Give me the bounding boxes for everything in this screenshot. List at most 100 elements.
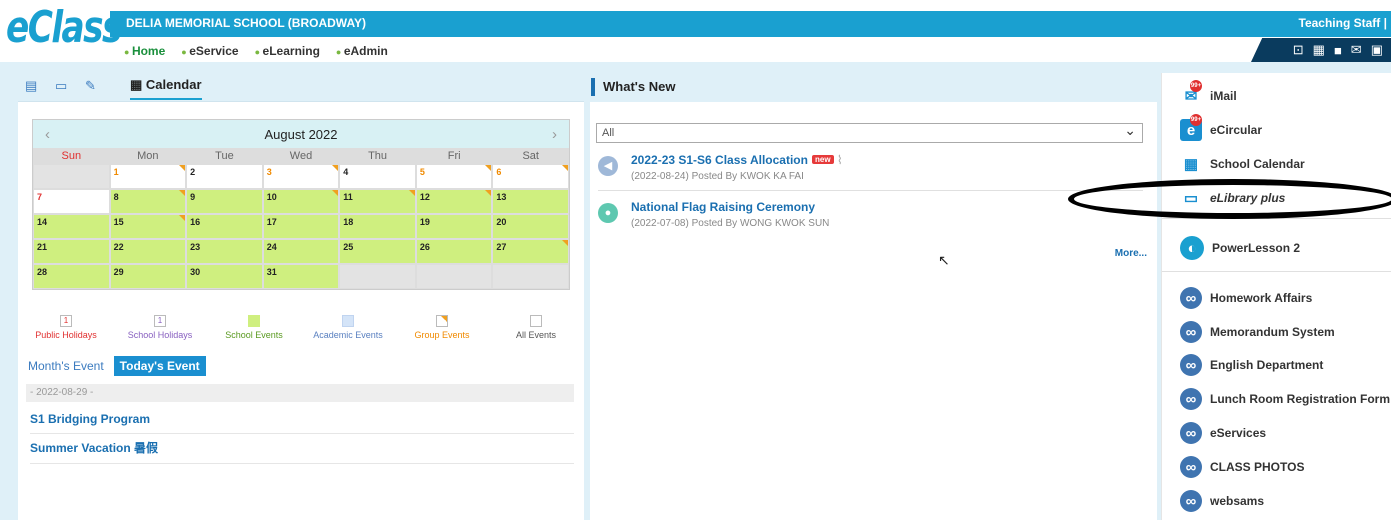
shortcut-powerlesson[interactable]: ◐ PowerLesson 2: [1180, 236, 1300, 260]
shortcut-link[interactable]: ∞ CLASS PHOTOS: [1180, 456, 1304, 478]
nav-elearning[interactable]: eLearning: [255, 44, 320, 58]
header: eClass DELIA MEMORIAL SCHOOL (BROADWAY) …: [0, 0, 1391, 62]
user-role[interactable]: Teaching Staff |: [1299, 16, 1387, 30]
calendar-day[interactable]: 14: [33, 214, 110, 239]
calendar-day[interactable]: 29: [109, 264, 187, 289]
nav-home[interactable]: Home: [124, 44, 165, 58]
calendar-day[interactable]: 12: [415, 189, 493, 214]
shortcut-link[interactable]: ∞ Lunch Room Registration Form: [1180, 388, 1390, 410]
main-nav: Home eService eLearning eAdmin: [124, 44, 388, 58]
calendar-day-empty: [492, 264, 569, 289]
shortcut-label: CLASS PHOTOS: [1210, 460, 1305, 474]
calendar-day[interactable]: 11: [339, 189, 416, 214]
book-icon[interactable]: ■: [1334, 43, 1342, 58]
shortcut-label: Memorandum System: [1210, 325, 1335, 339]
calendar-day[interactable]: 3: [262, 164, 340, 189]
tab-month-event[interactable]: Month's Event: [28, 359, 104, 373]
mail-icon[interactable]: ✉: [1351, 42, 1362, 58]
powerlesson-icon: ◐: [1180, 236, 1204, 260]
legend-academic-events[interactable]: Academic Events: [308, 315, 388, 340]
calendar-day[interactable]: 27: [492, 239, 569, 264]
legend-school-events[interactable]: School Events: [214, 315, 294, 340]
shortcut-link[interactable]: ∞ Homework Affairs: [1180, 287, 1312, 309]
shortcut-link[interactable]: ∞ Memorandum System: [1180, 321, 1335, 343]
shortcut-link[interactable]: ∞ eServices: [1180, 422, 1266, 444]
legend-label: Academic Events: [313, 330, 383, 340]
attachment-icon: ⌇: [836, 153, 843, 167]
export-icon[interactable]: ⊡: [1293, 42, 1304, 58]
calendar-icon[interactable]: ▦: [1313, 42, 1325, 58]
next-month-icon[interactable]: ›: [552, 126, 557, 143]
weekday-sat: Sat: [522, 150, 539, 162]
shortcut-school-calendar[interactable]: ▦ School Calendar: [1180, 153, 1305, 175]
calendar-day[interactable]: 19: [415, 214, 493, 239]
weekday-sun: Sun: [61, 150, 82, 162]
nav-eadmin[interactable]: eAdmin: [336, 44, 388, 58]
calendar-day-empty: [339, 264, 416, 289]
news-title-text: 2022-23 S1-S6 Class Allocation: [631, 153, 808, 167]
nav-eservice[interactable]: eService: [181, 44, 238, 58]
eclass-logo[interactable]: eClass: [6, 6, 122, 50]
calendar-day[interactable]: 31: [262, 264, 340, 289]
news-filter-select[interactable]: All: [596, 121, 1143, 143]
prev-month-icon[interactable]: ‹: [45, 126, 50, 143]
calendar-day[interactable]: 30: [186, 264, 263, 289]
calendar-day-empty: [33, 164, 110, 189]
shortcut-label: PowerLesson 2: [1212, 241, 1301, 255]
calendar-day[interactable]: 1: [109, 164, 187, 189]
calendar-day[interactable]: 22: [109, 239, 187, 264]
calendar-day[interactable]: 21: [33, 239, 110, 264]
shortcut-link[interactable]: ∞ websams: [1180, 490, 1264, 512]
shortcut-ecircular[interactable]: e 99+ eCircular: [1180, 114, 1262, 141]
calendar-day[interactable]: 28: [33, 264, 110, 289]
calendar-day[interactable]: 16: [186, 214, 263, 239]
event-item[interactable]: Summer Vacation 暑假: [30, 439, 574, 464]
legend-all-events[interactable]: All Events: [496, 315, 576, 340]
legend-box: 1: [60, 315, 72, 327]
legend-label: All Events: [515, 330, 557, 340]
tab-timetable-icon[interactable]: ▤: [25, 78, 37, 94]
link-icon: ∞: [1180, 456, 1202, 478]
event-item[interactable]: S1 Bridging Program: [30, 412, 574, 434]
calendar-day[interactable]: 5: [415, 164, 493, 189]
weekday-mon: Mon: [137, 150, 159, 162]
calendar-day[interactable]: 13: [492, 189, 569, 214]
whats-new-title: What's New: [590, 72, 1157, 102]
calendar-day[interactable]: 2: [186, 164, 263, 189]
calendar-day[interactable]: 15: [109, 214, 187, 239]
calendar-day[interactable]: 10: [262, 189, 340, 214]
legend-school-holidays[interactable]: 1 School Holidays: [120, 315, 200, 340]
calendar-day[interactable]: 7: [33, 189, 110, 214]
more-link[interactable]: More...: [1115, 248, 1147, 259]
shortcut-link[interactable]: ∞ English Department: [1180, 354, 1323, 376]
legend-label: School Holidays: [127, 330, 193, 340]
tab-calendar-label: Calendar: [145, 77, 202, 92]
tab-today-event[interactable]: Today's Event: [113, 356, 206, 376]
calendar-day[interactable]: 25: [339, 239, 416, 264]
calendar-day[interactable]: 4: [339, 164, 416, 189]
news-title[interactable]: National Flag Raising Ceremony: [631, 200, 815, 214]
legend-public-holidays[interactable]: 1 Public Holidays: [26, 315, 106, 340]
calendar-day[interactable]: 8: [109, 189, 187, 214]
event-date: - 2022-08-29 -: [26, 384, 574, 402]
shortcut-label: eServices: [1210, 426, 1267, 440]
calendar-month: August 2022: [264, 126, 338, 142]
calendar-day[interactable]: 20: [492, 214, 569, 239]
calendar-day[interactable]: 18: [339, 214, 416, 239]
calendar-day[interactable]: 17: [262, 214, 340, 239]
legend-label: Public Holidays: [35, 330, 97, 340]
calendar-day[interactable]: 23: [186, 239, 263, 264]
envelope-icon: ✉ 99+: [1180, 80, 1202, 107]
tab-screen-icon[interactable]: ▭: [55, 78, 67, 94]
calendar-day[interactable]: 26: [415, 239, 493, 264]
legend-group-events[interactable]: Group Events: [402, 315, 482, 340]
tab-calendar[interactable]: ▦ Calendar: [130, 77, 202, 100]
calendar-day[interactable]: 24: [262, 239, 340, 264]
news-meta: (2022-07-08) Posted By WONG KWOK SUN: [631, 218, 830, 229]
news-title[interactable]: 2022-23 S1-S6 Class Allocation new ⌇: [631, 153, 843, 167]
calendar-day[interactable]: 9: [186, 189, 263, 214]
shortcut-imail[interactable]: ✉ 99+ iMail: [1180, 80, 1237, 107]
id-card-icon[interactable]: ▣: [1371, 42, 1383, 58]
calendar-day[interactable]: 6: [492, 164, 569, 189]
tab-tools-icon[interactable]: ✎: [85, 78, 96, 94]
